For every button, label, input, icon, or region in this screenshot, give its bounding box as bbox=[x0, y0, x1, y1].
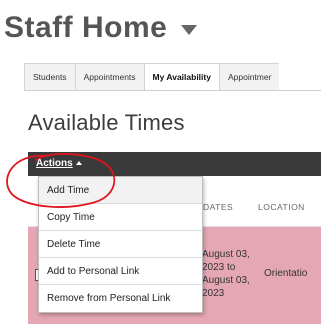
row-location-cell: Orientatio bbox=[264, 268, 308, 279]
section-title: Available Times bbox=[28, 110, 185, 135]
caret-down-icon[interactable] bbox=[181, 25, 198, 35]
column-header-location[interactable]: LOCATION bbox=[258, 202, 305, 212]
table-toolbar: Actions bbox=[28, 152, 321, 176]
page-title[interactable]: Staff Home bbox=[4, 11, 167, 45]
tab-my-availability[interactable]: My Availability bbox=[143, 63, 220, 90]
menu-item-remove-from-personal-link[interactable]: Remove from Personal Link bbox=[39, 285, 202, 312]
tab-bar: Students Appointments My Availability Ap… bbox=[24, 63, 321, 91]
tab-appointments[interactable]: Appointments bbox=[74, 63, 145, 90]
tab-students[interactable]: Students bbox=[24, 63, 76, 90]
staff-home-page: Staff Home Students Appointments My Avai… bbox=[0, 0, 321, 324]
title-row[interactable]: Staff Home bbox=[4, 10, 198, 46]
column-header-dates[interactable]: DATES bbox=[203, 202, 233, 212]
tab-appointment-truncated[interactable]: Appointmer bbox=[218, 63, 280, 90]
menu-item-add-to-personal-link[interactable]: Add to Personal Link bbox=[39, 258, 202, 285]
menu-item-add-time[interactable]: Add Time bbox=[39, 177, 202, 204]
actions-menu-button[interactable]: Actions bbox=[36, 158, 82, 169]
row-dates-cell: August 03, 2023 to August 03, 2023 bbox=[202, 249, 250, 299]
menu-item-delete-time[interactable]: Delete Time bbox=[39, 231, 202, 258]
actions-label[interactable]: Actions bbox=[36, 158, 73, 169]
caret-up-icon[interactable] bbox=[75, 161, 82, 166]
menu-item-copy-time[interactable]: Copy Time bbox=[39, 204, 202, 231]
actions-dropdown-menu: Add Time Copy Time Delete Time Add to Pe… bbox=[38, 176, 203, 313]
